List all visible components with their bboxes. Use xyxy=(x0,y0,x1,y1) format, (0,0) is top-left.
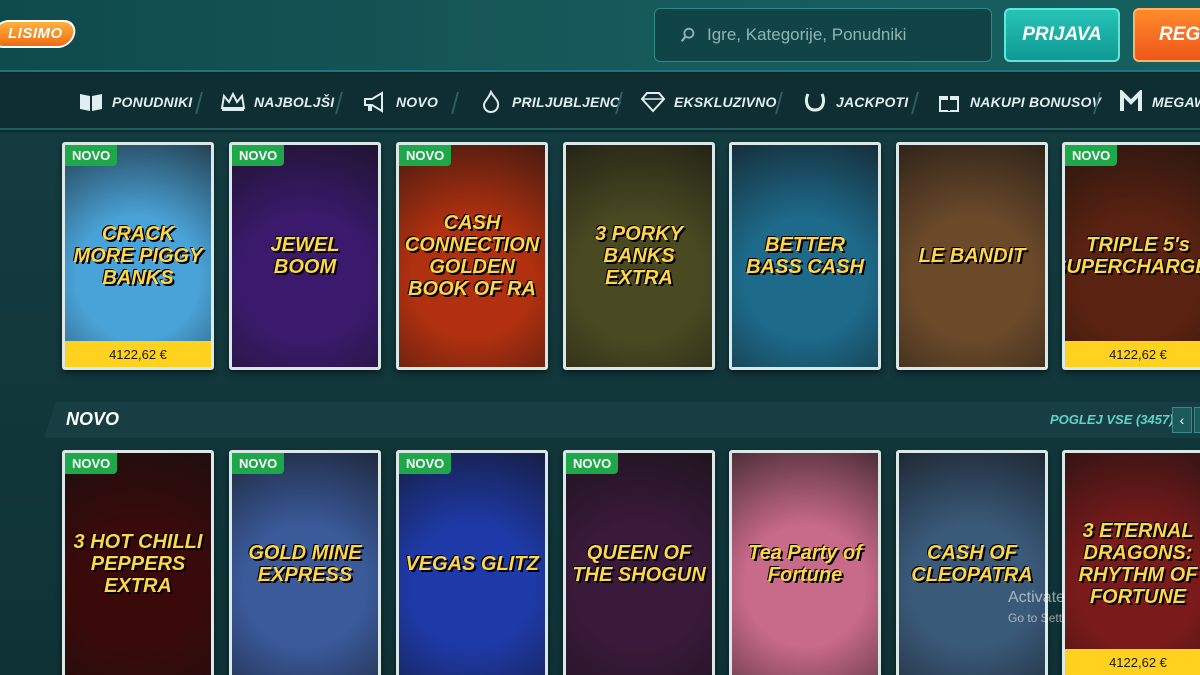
nav-label: NOVO xyxy=(396,94,439,110)
jackpot-amount: 4122,62 € xyxy=(1065,649,1200,675)
section-header-bg xyxy=(44,402,1200,438)
game-thumbnail: CRACK MORE PIGGY BANKS xyxy=(65,145,211,367)
nav-label: JACKPOTI xyxy=(836,94,909,110)
game-title: JEWEL BOOM xyxy=(270,234,340,278)
nav-item-bonus-buy[interactable]: NAKUPI BONUSOV xyxy=(936,74,1101,130)
top-bar: LISIMO PRIJAVA REGIS xyxy=(0,0,1200,72)
see-all-link[interactable]: POGLEJ VSE (3457) xyxy=(1050,412,1174,427)
game-title: 3 HOT CHILLI PEPPERS EXTRA xyxy=(73,531,203,597)
game-card[interactable]: JEWEL BOOM NOVO xyxy=(229,142,381,370)
game-thumbnail: 3 ETERNAL DRAGONS: RHYTHM OF FORTUNE xyxy=(1065,453,1200,675)
nav-label: NAKUPI BONUSOV xyxy=(970,94,1102,110)
game-title: QUEEN OF THE SHOGUN xyxy=(572,542,706,586)
login-button[interactable]: PRIJAVA xyxy=(1004,8,1120,62)
nav-label: EKSKLUZIVNO xyxy=(674,94,777,110)
game-title: CASH OF CLEOPATRA xyxy=(911,542,1033,586)
game-card[interactable]: BETTER BASS CASH xyxy=(729,142,881,370)
game-card[interactable]: LE BANDIT xyxy=(896,142,1048,370)
horseshoe-icon xyxy=(802,89,828,115)
game-card[interactable]: 3 PORKY BANKS EXTRA xyxy=(563,142,715,370)
game-thumbnail: 3 PORKY BANKS EXTRA xyxy=(566,145,712,367)
game-title: VEGAS GLITZ xyxy=(405,553,539,575)
new-badge: NOVO xyxy=(399,453,452,474)
nav-divider xyxy=(335,92,343,114)
watermark-line1: Activate xyxy=(1008,589,1065,606)
crown-icon xyxy=(220,89,246,115)
game-thumbnail: QUEEN OF THE SHOGUN xyxy=(566,453,712,675)
logo-text: LISIMO xyxy=(8,25,63,42)
m-logo-icon xyxy=(1118,89,1144,115)
activation-watermark: Activate Go to Setti xyxy=(1008,588,1065,628)
game-thumbnail: CASH CONNECTION GOLDEN BOOK OF RA xyxy=(399,145,545,367)
game-card[interactable]: Tea Party of Fortune xyxy=(729,450,881,675)
nav-item-megaways[interactable]: MEGAW xyxy=(1118,74,1200,130)
game-card[interactable]: CASH CONNECTION GOLDEN BOOK OF RA NOVO xyxy=(396,142,548,370)
nav-divider xyxy=(911,92,919,114)
search-icon xyxy=(680,27,695,42)
nav-item-favourites[interactable]: PRILJUBLJENO xyxy=(478,74,621,130)
nav-item-new[interactable]: NOVO xyxy=(362,74,438,130)
game-thumbnail: CASH OF CLEOPATRA xyxy=(899,453,1045,675)
game-card[interactable]: VEGAS GLITZ NOVO xyxy=(396,450,548,675)
game-thumbnail: BETTER BASS CASH xyxy=(732,145,878,367)
jackpot-amount: 4122,62 € xyxy=(65,341,211,367)
game-title: 3 PORKY BANKS EXTRA xyxy=(595,223,683,289)
new-badge: NOVO xyxy=(566,453,619,474)
book-icon xyxy=(78,89,104,115)
game-card[interactable]: 3 HOT CHILLI PEPPERS EXTRA NOVO xyxy=(62,450,214,675)
game-thumbnail: JEWEL BOOM xyxy=(232,145,378,367)
new-badge: NOVO xyxy=(65,453,118,474)
nav-divider xyxy=(451,92,459,114)
gift-icon xyxy=(936,89,962,115)
jackpot-amount: 4122,62 € xyxy=(1065,341,1200,367)
game-title: GOLD MINE EXPRESS xyxy=(248,542,362,586)
megaphone-icon xyxy=(362,89,388,115)
flame-icon xyxy=(478,89,504,115)
search-box[interactable] xyxy=(654,8,992,62)
game-thumbnail: Tea Party of Fortune xyxy=(732,453,878,675)
search-input[interactable] xyxy=(707,25,987,45)
game-title: BETTER BASS CASH xyxy=(746,234,864,278)
prev-arrow-button[interactable]: ‹ xyxy=(1172,407,1192,433)
nav-item-providers[interactable]: PONUDNIKI xyxy=(78,74,192,130)
next-arrow-button[interactable]: › xyxy=(1194,407,1200,433)
nav-label: NAJBOLJŠI xyxy=(254,94,335,110)
nav-item-best[interactable]: NAJBOLJŠI xyxy=(220,74,334,130)
game-title: TRIPLE 5's SUPERCHARGED xyxy=(1065,234,1200,278)
game-thumbnail: VEGAS GLITZ xyxy=(399,453,545,675)
nav-label: PRILJUBLJENO xyxy=(512,94,621,110)
game-title: CASH CONNECTION GOLDEN BOOK OF RA xyxy=(404,212,540,300)
game-thumbnail: LE BANDIT xyxy=(899,145,1045,367)
nav-label: MEGAW xyxy=(1152,94,1200,110)
game-card[interactable]: CRACK MORE PIGGY BANKS NOVO 4122,62 € xyxy=(62,142,214,370)
game-card[interactable]: TRIPLE 5's SUPERCHARGED NOVO 4122,62 € xyxy=(1062,142,1200,370)
game-thumbnail: GOLD MINE EXPRESS xyxy=(232,453,378,675)
new-badge: NOVO xyxy=(232,145,285,166)
new-badge: NOVO xyxy=(399,145,452,166)
diamond-icon xyxy=(640,89,666,115)
watermark-line2: Go to Setti xyxy=(1008,611,1065,625)
game-title: LE BANDIT xyxy=(918,245,1026,267)
new-badge: NOVO xyxy=(232,453,285,474)
site-logo[interactable]: LISIMO xyxy=(0,20,78,48)
game-card[interactable]: QUEEN OF THE SHOGUN NOVO xyxy=(563,450,715,675)
category-nav: PONUDNIKI NAJBOLJŠI NOVO PRILJUBLJENO EK… xyxy=(0,74,1200,130)
nav-item-jackpots[interactable]: JACKPOTI xyxy=(802,74,908,130)
game-thumbnail: 3 HOT CHILLI PEPPERS EXTRA xyxy=(65,453,211,675)
register-button[interactable]: REGIS xyxy=(1133,8,1200,62)
game-card[interactable]: 3 ETERNAL DRAGONS: RHYTHM OF FORTUNE 4122… xyxy=(1062,450,1200,675)
nav-divider xyxy=(195,92,203,114)
nav-label: PONUDNIKI xyxy=(112,94,193,110)
game-title: Tea Party of Fortune xyxy=(748,542,862,586)
section-title: NOVO xyxy=(66,409,120,429)
new-badge: NOVO xyxy=(65,145,118,166)
nav-item-exclusive[interactable]: EKSKLUZIVNO xyxy=(640,74,777,130)
game-card[interactable]: CASH OF CLEOPATRA xyxy=(896,450,1048,675)
game-card[interactable]: GOLD MINE EXPRESS NOVO xyxy=(229,450,381,675)
game-thumbnail: TRIPLE 5's SUPERCHARGED xyxy=(1065,145,1200,367)
new-badge: NOVO xyxy=(1065,145,1118,166)
game-title: CRACK MORE PIGGY BANKS xyxy=(73,223,203,289)
game-title: 3 ETERNAL DRAGONS: RHYTHM OF FORTUNE xyxy=(1078,520,1198,608)
